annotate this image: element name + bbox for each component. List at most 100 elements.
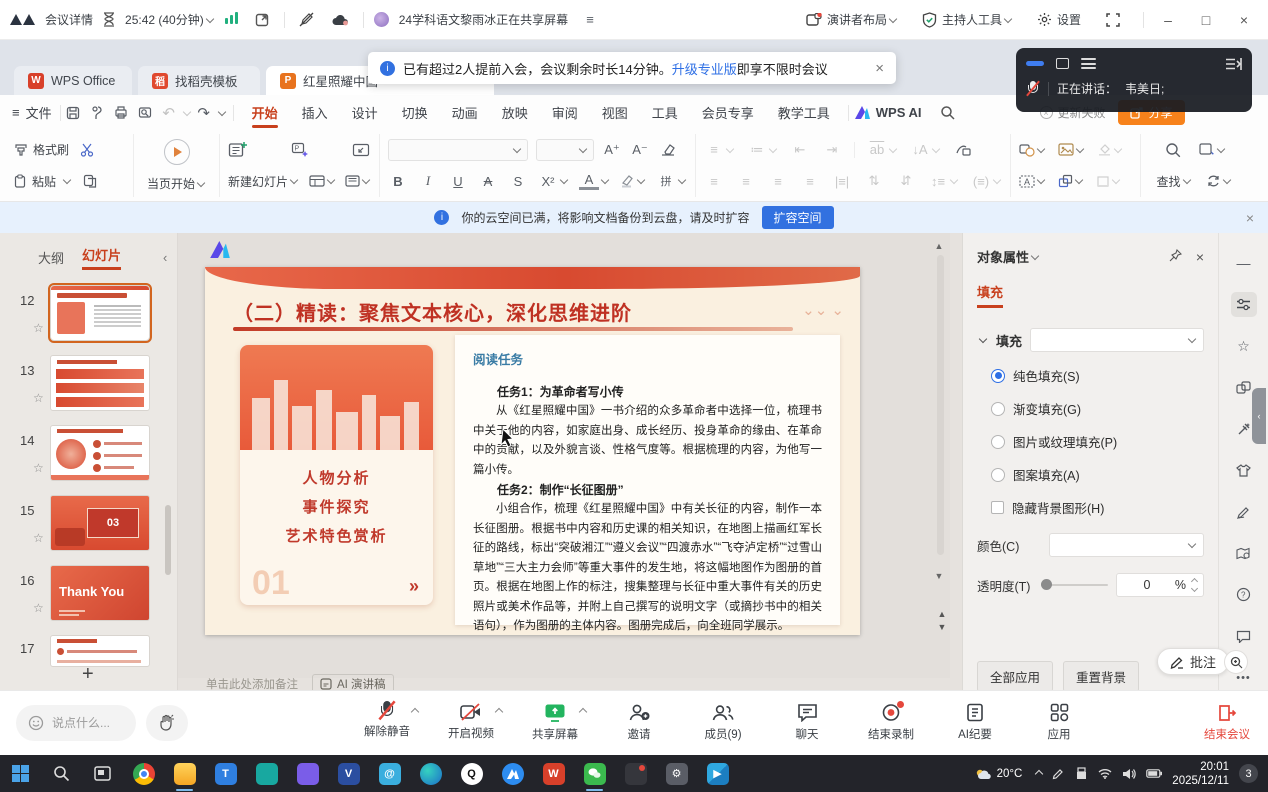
battery-tray-icon[interactable] bbox=[1146, 769, 1162, 778]
italic-icon[interactable]: I bbox=[418, 171, 438, 191]
apply-all-button[interactable]: 全部应用 bbox=[977, 661, 1053, 692]
cut-icon[interactable] bbox=[77, 140, 97, 160]
clear-format-icon[interactable] bbox=[658, 140, 678, 160]
replace-dropdown[interactable] bbox=[1206, 174, 1232, 188]
cloud-banner-close-icon[interactable]: × bbox=[1246, 210, 1254, 226]
start-video-button[interactable]: 开启视频 bbox=[442, 703, 500, 742]
canvas-scrollbar[interactable]: ▲ ▼ bbox=[937, 241, 946, 601]
smart-layout-dropdown[interactable]: (≡) bbox=[971, 171, 1002, 191]
highlight-dropdown[interactable] bbox=[620, 174, 646, 188]
apps-button[interactable]: 应用 bbox=[1030, 703, 1088, 742]
taskbar-app-word[interactable]: W bbox=[533, 755, 574, 792]
arrange-dropdown[interactable] bbox=[1058, 174, 1084, 188]
convert-diagram-icon[interactable] bbox=[953, 140, 973, 160]
hide-background-checkbox[interactable]: 隐藏背景图形(H) bbox=[991, 498, 1204, 517]
text-orientation-dropdown[interactable]: ↓A bbox=[910, 140, 941, 160]
slide-template-dropdown[interactable] bbox=[345, 175, 371, 187]
slide-thumbnail-13[interactable] bbox=[50, 355, 150, 411]
end-meeting-button[interactable]: 结束会议 bbox=[1204, 704, 1250, 742]
taskbar-app-wechat[interactable] bbox=[574, 755, 615, 792]
weather-widget[interactable]: 20°C bbox=[975, 768, 1023, 780]
shapes-dropdown[interactable] bbox=[1019, 143, 1046, 157]
scroll-down-icon[interactable]: ▼ bbox=[933, 571, 945, 581]
pinyin-dropdown[interactable]: 拼 bbox=[656, 171, 687, 191]
text-direction-dropdown[interactable]: ab bbox=[867, 140, 898, 160]
object-properties-icon[interactable] bbox=[1231, 292, 1257, 316]
play-from-current-button[interactable]: 当页开始 bbox=[147, 175, 206, 192]
save-icon[interactable] bbox=[61, 102, 85, 124]
taskbar-app-mail[interactable]: @ bbox=[369, 755, 410, 792]
star-icon[interactable]: ☆ bbox=[33, 321, 44, 335]
bold-icon[interactable]: B bbox=[388, 171, 408, 191]
fullscreen-icon[interactable] bbox=[1101, 9, 1125, 31]
raise-hand-button[interactable] bbox=[146, 705, 188, 741]
share-screen-button[interactable]: 共享屏幕 bbox=[526, 703, 584, 742]
numbered-list-dropdown[interactable]: ≔ bbox=[747, 140, 778, 160]
taskbar-app-blue[interactable]: T bbox=[205, 755, 246, 792]
menu-tab-tools[interactable]: 工具 bbox=[640, 95, 690, 130]
find-button[interactable]: 查找 bbox=[1156, 173, 1191, 190]
slide-ai-icon[interactable]: P bbox=[290, 140, 310, 160]
notification-badge[interactable]: 3 bbox=[1239, 764, 1258, 783]
paste-button[interactable]: 粘贴 bbox=[14, 173, 72, 190]
menu-tab-member[interactable]: 会员专享 bbox=[690, 95, 766, 130]
task-view-button[interactable] bbox=[82, 755, 123, 792]
annotate-button[interactable]: 批注 bbox=[1157, 648, 1229, 675]
taskbar-app-meeting[interactable] bbox=[492, 755, 533, 792]
spacing-dropdown[interactable]: ↕≡ bbox=[928, 171, 959, 191]
play-from-current-icon[interactable] bbox=[164, 139, 190, 165]
meeting-detail-button[interactable]: 会议详情 bbox=[45, 11, 93, 28]
menu-tab-insert[interactable]: 插入 bbox=[290, 95, 340, 130]
pin-icon[interactable] bbox=[1169, 249, 1182, 265]
font-family-combo[interactable] bbox=[388, 139, 528, 161]
tab-wps-home[interactable]: W WPS Office bbox=[14, 66, 132, 95]
taskbar-app-media[interactable]: ▶ bbox=[697, 755, 738, 792]
radio-picture-fill[interactable]: 图片或纹理填充(P) bbox=[991, 432, 1204, 451]
sharing-menu-icon[interactable]: ≡ bbox=[578, 9, 602, 31]
taskbar-app-purple[interactable] bbox=[287, 755, 328, 792]
meeting-timer[interactable]: 25:42 (40分钟) bbox=[125, 11, 215, 28]
star-icon[interactable]: ☆ bbox=[33, 531, 44, 545]
menu-tab-review[interactable]: 审阅 bbox=[540, 95, 590, 130]
wps-ai-button[interactable]: WPS AI bbox=[855, 105, 922, 120]
strikethrough-icon[interactable]: A bbox=[478, 171, 498, 191]
prev-next-slide-buttons[interactable]: ▲▼ bbox=[936, 608, 948, 634]
fill-section-title[interactable]: 填充 bbox=[996, 331, 1022, 350]
network-tray-icon[interactable] bbox=[1098, 768, 1112, 779]
font-size-combo[interactable] bbox=[536, 139, 594, 161]
speaker-tray-icon[interactable] bbox=[1122, 768, 1136, 780]
start-button[interactable] bbox=[0, 755, 41, 792]
slide-import-icon[interactable] bbox=[351, 140, 371, 160]
slide-editor[interactable]: ⌄⌄ ⌄ （二）精读：聚焦文本核心，深化思维进阶 人物分析 事件探究 bbox=[205, 267, 860, 635]
find-magnifier-icon[interactable] bbox=[1163, 140, 1183, 160]
menu-tab-animation[interactable]: 动画 bbox=[440, 95, 490, 130]
slider-knob[interactable] bbox=[1041, 579, 1052, 590]
upgrade-pro-link[interactable]: 升级专业版 bbox=[672, 62, 737, 77]
new-slide-icon[interactable] bbox=[228, 140, 248, 160]
invite-button[interactable]: 邀请 bbox=[610, 703, 668, 742]
tab-docer-templates[interactable]: 稻 找稻壳模板 bbox=[138, 66, 260, 95]
opacity-slider[interactable] bbox=[1041, 584, 1108, 586]
slide-text-card[interactable]: 阅读任务 任务1：为革命者写小传 从《红星照耀中国》一书介绍的众多革命者中选择一… bbox=[455, 335, 840, 625]
annotation-pen-off-icon[interactable] bbox=[295, 9, 319, 31]
members-button[interactable]: 成员(9) bbox=[694, 703, 752, 742]
wps-ai-floater-icon[interactable] bbox=[210, 241, 230, 258]
add-slide-button[interactable]: + bbox=[82, 663, 94, 686]
taskbar-clock[interactable]: 20:01 2025/12/11 bbox=[1172, 760, 1229, 788]
expand-storage-button[interactable]: 扩容空间 bbox=[762, 206, 834, 229]
stop-record-button[interactable]: 结束录制 bbox=[862, 703, 920, 742]
underline-icon[interactable]: U bbox=[448, 171, 468, 191]
quick-chat-input[interactable]: 说点什么... bbox=[16, 705, 136, 741]
panel-handle[interactable]: ‹ bbox=[1252, 388, 1266, 444]
radio-pattern-fill[interactable]: 图案填充(A) bbox=[991, 465, 1204, 484]
format-painter-button[interactable]: 格式刷 bbox=[14, 141, 69, 158]
picture-dropdown[interactable] bbox=[1058, 143, 1085, 156]
menu-tab-slideshow[interactable]: 放映 bbox=[490, 95, 540, 130]
navigation-icon[interactable] bbox=[1231, 541, 1257, 565]
minimize-bar-icon[interactable] bbox=[1026, 61, 1044, 66]
slide-thumbnail-14[interactable] bbox=[50, 425, 150, 481]
star-icon[interactable]: ☆ bbox=[33, 391, 44, 405]
slide-title[interactable]: （二）精读：聚焦文本核心，深化思维进阶 bbox=[233, 297, 632, 326]
radio-gradient-fill[interactable]: 渐变填充(G) bbox=[991, 399, 1204, 418]
tray-expand-icon[interactable] bbox=[1035, 769, 1043, 777]
